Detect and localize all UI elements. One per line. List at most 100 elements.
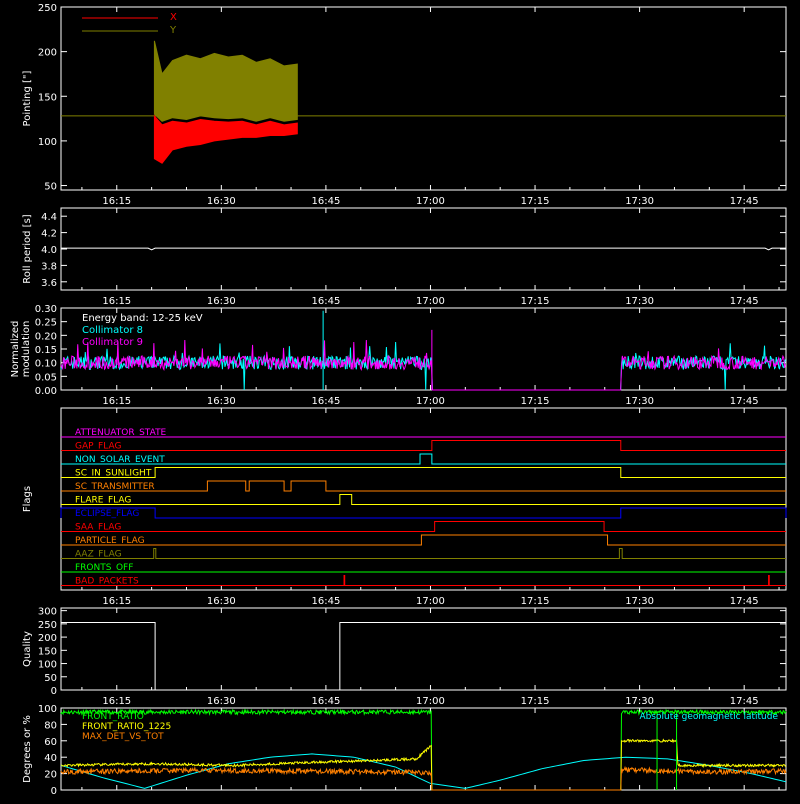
quality-line: [61, 622, 786, 691]
flag-line-sc_in_sunlight: [61, 467, 786, 478]
panel-4-xtick-label: 17:30: [625, 696, 654, 707]
flag-label-sc_in_sunlight: SC_IN_SUNLIGHT: [75, 469, 152, 479]
panel-1-ytick-label: 3.8: [41, 261, 57, 272]
panel-0-ytick-label: 200: [38, 48, 57, 59]
degrees-legend-label-2: MAX_DET_VS_TOT: [82, 732, 164, 742]
panel-2-ytick-label: 0.05: [35, 372, 57, 383]
panel-3-xtick-label: 17:30: [625, 596, 654, 607]
panel-1-xtick-label: 17:30: [625, 296, 654, 307]
panel-3-xtick-label: 16:30: [207, 596, 236, 607]
panel-0-ytick-label: 50: [44, 182, 57, 193]
panel-3-xtick-label: 16:45: [311, 596, 340, 607]
degrees-series-2: [60, 738, 787, 791]
flag-line-saa_flag: [61, 521, 786, 532]
panel-3-frame: [60, 407, 787, 591]
panel-1-xtick-label: 16:45: [311, 296, 340, 307]
flag-label-bad_packets: BAD_PACKETS: [75, 577, 139, 587]
panel-4-xtick-label: 17:15: [521, 696, 550, 707]
panel-5-ylabel: Degrees or %: [22, 715, 33, 783]
pointing-band-Y: [153, 40, 298, 122]
flag-label-attenuator_state: ATTENUATOR_STATE: [75, 428, 167, 438]
flag-line-flare_flag: [61, 494, 786, 505]
roll-period-line: [61, 247, 786, 251]
panel-4-ytick-label: 50: [44, 673, 57, 684]
panel-1-frame: [60, 207, 787, 291]
flag-label-saa_flag: SAA_FLAG: [75, 523, 121, 533]
flag-line-particle_flag: [61, 534, 786, 546]
degrees-legend-label-1: FRONT_RATIO_1225: [82, 722, 171, 732]
flag-label-aaz_flag: AAZ_FLAG: [75, 550, 122, 560]
flag-line-eclipse_flag: [60, 507, 787, 519]
degrees-series-3: [60, 765, 787, 791]
panel-2-ylabel-line2: modulation: [21, 321, 32, 378]
panel-3-xtick-label: 17:15: [521, 596, 550, 607]
flag-label-sc_transmitter: SC_TRANSMITTER: [75, 482, 155, 492]
panel-2-ylabel: Normalizedmodulation: [10, 321, 32, 378]
panel-4-ytick-label: 150: [38, 646, 57, 657]
flag-line-aaz_flag: [61, 548, 786, 559]
panel-5-ytick-label: 80: [44, 720, 57, 731]
panel-0-ytick-label: 100: [38, 137, 57, 148]
panel-2-ytick-label: 0.20: [35, 331, 57, 342]
panel-3-xtick-label: 17:00: [416, 596, 445, 607]
panel-2-ytick-label: 0.15: [35, 345, 57, 356]
panel-0-xtick-label: 17:00: [416, 196, 445, 207]
panel-1-ytick-label: 3.6: [41, 278, 57, 289]
panel-1-ytick-label: 4.2: [41, 229, 57, 240]
panel-2-ytick-label: 0.30: [35, 304, 57, 315]
panel-2-xtick-label: 16:45: [311, 396, 340, 407]
panel-3-xtick-label: 17:45: [730, 596, 759, 607]
panel-1-xtick-label: 16:30: [207, 296, 236, 307]
chart-stage: 16:15 16:30 16:45 17:00 17:15 17:30 17:45 50 100…: [0, 0, 800, 800]
panel-4-ytick-label: 250: [38, 620, 57, 631]
panel-2-ylabel-line1: Normalized: [10, 321, 21, 378]
pointing-legend-label-X: X: [170, 12, 177, 23]
panel-2-xtick-label: 17:00: [416, 396, 445, 407]
panel-3-ylabel: Flags: [22, 486, 33, 512]
modulation-legend-title: Energy band: 12-25 keV: [82, 313, 203, 324]
panel-1-xtick-label: 16:15: [102, 296, 131, 307]
panel-2-ytick-label: 0.25: [35, 318, 57, 329]
panel-5-ytick-label: 20: [44, 770, 57, 781]
panel-4-ytick-label: 0: [51, 686, 57, 697]
flag-line-gap_flag: [61, 440, 786, 451]
panel-0-xtick-label: 17:15: [521, 196, 550, 207]
panel-0-ytick-label: 250: [38, 3, 57, 14]
panel-4-xtick-label: 17:45: [730, 696, 759, 707]
panel-4-xtick-label: 16:30: [207, 696, 236, 707]
panel-0-xtick-label: 17:30: [625, 196, 654, 207]
flag-line-sc_transmitter: [61, 480, 786, 492]
flag-label-non_solar_event: NON_SOLAR_EVENT: [75, 455, 165, 465]
flag-label-flare_flag: FLARE_FLAG: [75, 496, 131, 506]
panel-0-ytick-label: 150: [38, 92, 57, 103]
panel-1-ytick-label: 4.0: [41, 245, 57, 256]
panel-2-xtick-label: 17:30: [625, 396, 654, 407]
flag-label-eclipse_flag: ECLIPSE_FLAG: [75, 509, 139, 519]
flag-line-non_solar_event: [61, 453, 786, 465]
panel-2-xtick-label: 17:15: [521, 396, 550, 407]
modulation-legend-label-1: Collimator 9: [82, 337, 143, 348]
panel-2-xtick-label: 17:45: [730, 396, 759, 407]
panel-4-xtick-label: 16:15: [102, 696, 131, 707]
panel-0-xtick-label: 16:30: [207, 196, 236, 207]
panel-4-ytick-label: 200: [38, 633, 57, 644]
panel-0-xtick-label: 16:15: [102, 196, 131, 207]
panel-1-ytick-label: 4.4: [41, 212, 57, 223]
panel-1-xtick-label: 17:45: [730, 296, 759, 307]
degrees-annotation: Absolute geomagnetic latitude: [639, 712, 778, 722]
panel-0-xtick-label: 16:45: [311, 196, 340, 207]
panel-4-xtick-label: 17:00: [416, 696, 445, 707]
panel-4-xtick-label: 16:45: [311, 696, 340, 707]
flag-label-particle_flag: PARTICLE_FLAG: [75, 536, 145, 546]
panel-0-ylabel: Pointing ["]: [22, 70, 33, 126]
panel-2-ytick-label: 0.00: [35, 386, 57, 397]
degrees-legend-label-0: FRONT_RATIO: [82, 712, 144, 722]
flag-label-fronts_off: FRONTS_OFF: [75, 563, 133, 573]
flag-label-gap_flag: GAP_FLAG: [75, 442, 121, 452]
panel-4-ytick-label: 300: [38, 607, 57, 618]
panel-5-ytick-label: 40: [44, 753, 57, 764]
pointing-band-X: [153, 114, 298, 164]
panel-2-xtick-label: 16:15: [102, 396, 131, 407]
pointing-legend-label-Y: Y: [169, 25, 177, 36]
panel-4-ytick-label: 100: [38, 660, 57, 671]
